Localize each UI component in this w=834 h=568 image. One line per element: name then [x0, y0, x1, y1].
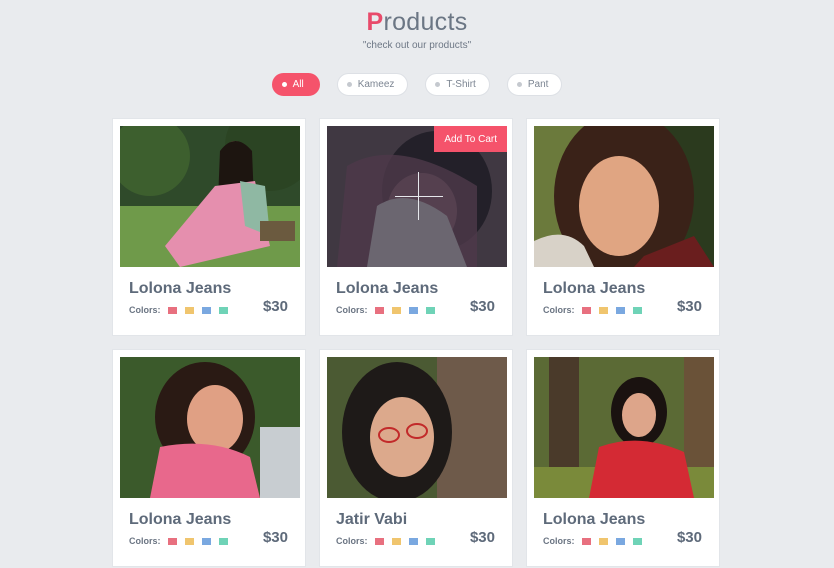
page-title: Products — [0, 8, 834, 37]
product-price: $30 — [469, 298, 495, 315]
product-photo[interactable] — [327, 357, 507, 498]
product-card[interactable]: Lolona Jeans Colors: $30 — [526, 118, 720, 336]
dot-icon — [435, 82, 441, 87]
color-options: Colors: — [336, 536, 443, 546]
product-price: $30 — [676, 529, 702, 546]
product-price: $30 — [262, 529, 288, 546]
swatch-yellow[interactable] — [184, 306, 194, 314]
title-initial: P — [366, 8, 384, 36]
swatch-blue[interactable] — [408, 306, 418, 314]
product-name[interactable]: Lolona Jeans — [336, 280, 438, 298]
color-options: Colors: — [129, 305, 236, 315]
swatch-red[interactable] — [581, 306, 591, 314]
product-name[interactable]: Lolona Jeans — [129, 511, 231, 529]
filter-pant[interactable]: Pant — [506, 73, 563, 96]
product-card[interactable]: Lolona Jeans Colors: $30 — [112, 349, 306, 567]
filter-label: All — [292, 79, 304, 90]
swatch-yellow[interactable] — [184, 537, 194, 545]
product-grid: Lolona Jeans Colors: $30 Add To Cart Lol… — [112, 118, 720, 567]
product-photo[interactable] — [534, 126, 714, 267]
color-options: Colors: — [129, 536, 236, 546]
filter-label: T-Shirt — [446, 79, 476, 90]
swatch-green[interactable] — [218, 306, 228, 314]
swatch-red[interactable] — [167, 306, 177, 314]
filter-t-shirt[interactable]: T-Shirt — [425, 73, 490, 96]
photo-image — [120, 126, 300, 267]
dot-icon — [281, 82, 287, 87]
swatch-blue[interactable] — [615, 537, 625, 545]
product-photo[interactable] — [534, 357, 714, 498]
filter-all[interactable]: All — [271, 73, 320, 96]
photo-image — [534, 126, 714, 267]
product-name[interactable]: Lolona Jeans — [129, 280, 231, 298]
product-name[interactable]: Jatir Vabi — [336, 511, 407, 529]
swatch-blue[interactable] — [201, 306, 211, 314]
colors-label: Colors: — [543, 536, 575, 546]
colors-label: Colors: — [543, 305, 575, 315]
swatch-yellow[interactable] — [391, 306, 401, 314]
product-price: $30 — [676, 298, 702, 315]
page-subtitle: "check out our products" — [362, 40, 472, 51]
swatch-yellow[interactable] — [391, 537, 401, 545]
product-photo[interactable]: Add To Cart — [327, 126, 507, 267]
filter-label: Kameez — [357, 79, 395, 90]
swatch-red[interactable] — [374, 537, 384, 545]
swatch-yellow[interactable] — [598, 537, 608, 545]
swatch-green[interactable] — [425, 306, 435, 314]
product-price: $30 — [469, 529, 495, 546]
photo-image — [534, 357, 714, 498]
title-rest: roducts — [383, 8, 468, 36]
product-name[interactable]: Lolona Jeans — [543, 280, 645, 298]
product-name[interactable]: Lolona Jeans — [543, 511, 645, 529]
swatch-blue[interactable] — [408, 537, 418, 545]
swatch-red[interactable] — [581, 537, 591, 545]
swatch-yellow[interactable] — [598, 306, 608, 314]
product-card[interactable]: Add To Cart Lolona Jeans Colors: $30 — [319, 118, 513, 336]
swatch-green[interactable] — [632, 537, 642, 545]
product-photo[interactable] — [120, 126, 300, 267]
product-card[interactable]: Jatir Vabi Colors: $30 — [319, 349, 513, 567]
colors-label: Colors: — [336, 536, 368, 546]
page-header: Products "check out our products" — [0, 8, 834, 51]
swatch-green[interactable] — [218, 537, 228, 545]
colors-label: Colors: — [129, 536, 161, 546]
filter-kameez[interactable]: Kameez — [336, 73, 409, 96]
swatch-green[interactable] — [425, 537, 435, 545]
swatch-red[interactable] — [374, 306, 384, 314]
color-options: Colors: — [336, 305, 443, 315]
product-price: $30 — [262, 298, 288, 315]
dot-icon — [346, 82, 352, 87]
swatch-blue[interactable] — [615, 306, 625, 314]
swatch-green[interactable] — [632, 306, 642, 314]
product-photo[interactable] — [120, 357, 300, 498]
product-card[interactable]: Lolona Jeans Colors: $30 — [112, 118, 306, 336]
product-card[interactable]: Lolona Jeans Colors: $30 — [526, 349, 720, 567]
dot-icon — [516, 82, 522, 87]
photo-image — [327, 357, 507, 498]
filter-label: Pant — [527, 79, 549, 90]
swatch-red[interactable] — [167, 537, 177, 545]
color-options: Colors: — [543, 305, 650, 315]
category-filters: All Kameez T-Shirt Pant — [0, 73, 834, 96]
colors-label: Colors: — [336, 305, 368, 315]
add-to-cart-button[interactable]: Add To Cart — [434, 126, 507, 152]
swatch-blue[interactable] — [201, 537, 211, 545]
color-options: Colors: — [543, 536, 650, 546]
photo-image — [120, 357, 300, 498]
colors-label: Colors: — [129, 305, 161, 315]
